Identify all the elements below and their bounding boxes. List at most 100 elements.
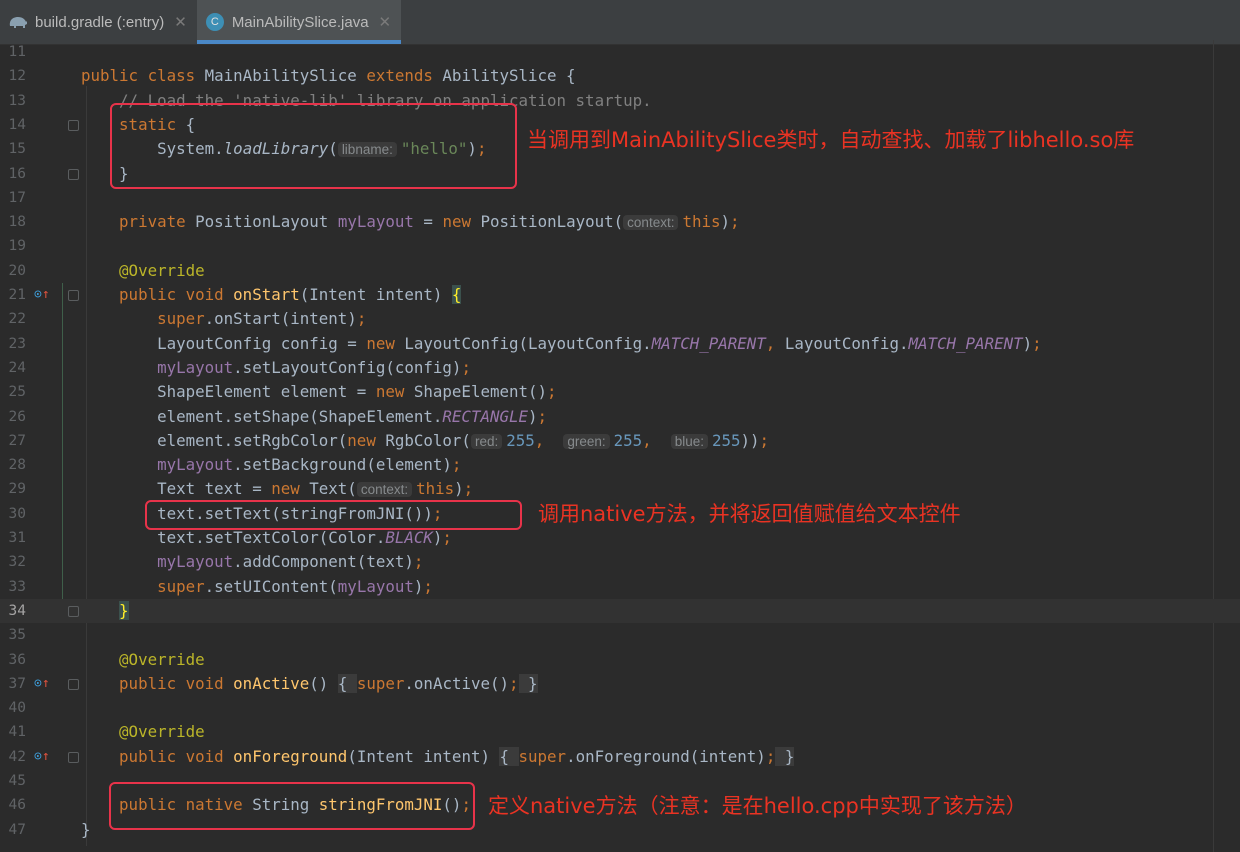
tab-label: MainAbilitySlice.java: [231, 13, 369, 31]
code-line[interactable]: 37 ⊙↑ public void onActive() { super.onAc…: [0, 672, 1240, 696]
code-token: super: [518, 746, 567, 766]
code-token: public void: [81, 673, 234, 693]
code-token: .setUIContent(: [204, 576, 338, 596]
code-token: new: [366, 333, 405, 353]
code-token: =: [413, 212, 443, 232]
code-text: public void onForeground(Intent intent) …: [81, 745, 795, 769]
tab-main-ability-slice[interactable]: C MainAbilitySlice.java ✕: [196, 0, 402, 44]
code-text: element.setShape(ShapeElement.RECTANGLE)…: [81, 405, 547, 429]
code-line[interactable]: 32 myLayout.addComponent(text);: [0, 550, 1240, 574]
code-line[interactable]: 17: [0, 186, 1240, 210]
code-token: (): [309, 673, 338, 693]
line-number: 27: [8, 432, 26, 449]
code-token: RECTANGLE: [442, 406, 529, 426]
code-token: @Override: [81, 649, 205, 669]
code-token: super: [81, 576, 205, 596]
code-token: {: [451, 285, 462, 304]
code-token: ;: [413, 552, 424, 572]
code-token: .onStart(intent): [204, 309, 357, 329]
code-line[interactable]: 33 super.setUIContent(myLayout);: [0, 575, 1240, 599]
code-line[interactable]: 40: [0, 696, 1240, 720]
code-token: LayoutConfig(LayoutConfig.: [404, 333, 652, 353]
fold-toggle-icon[interactable]: [68, 168, 79, 180]
code-line[interactable]: 34 }: [0, 598, 1240, 624]
close-icon[interactable]: ✕: [174, 13, 187, 31]
line-number: 13: [8, 92, 26, 109]
code-token: ): [413, 576, 424, 596]
code-token: ): [720, 212, 731, 232]
code-token: ;: [759, 430, 770, 450]
code-line[interactable]: 23 LayoutConfig config = new LayoutConfi…: [0, 332, 1240, 356]
code-line[interactable]: 27 element.setRgbColor(new RgbColor(red:…: [0, 429, 1240, 453]
line-number: 40: [8, 700, 26, 717]
code-line[interactable]: 42 ⊙↑ public void onForeground(Intent int…: [0, 745, 1240, 769]
java-class-icon: C: [205, 12, 225, 32]
annotation-call-native: 调用native方法，并将返回值赋值给文本控件: [538, 502, 961, 526]
code-line[interactable]: 12 public class MainAbilitySlice extends …: [0, 64, 1240, 88]
code-text: public void onStart(Intent intent) {: [81, 283, 462, 307]
code-text: myLayout.setLayoutConfig(config);: [81, 356, 471, 380]
line-number: 42: [8, 748, 26, 765]
fold-toggle-icon[interactable]: [68, 119, 79, 131]
code-text: myLayout.addComponent(text);: [81, 550, 423, 574]
code-token: PositionLayout: [195, 212, 338, 232]
fold-toggle-icon[interactable]: [68, 605, 79, 617]
code-line[interactable]: 20 @Override: [0, 259, 1240, 283]
code-line[interactable]: 36 @Override: [0, 648, 1240, 672]
line-number: 37: [8, 675, 26, 692]
code-token: myLayout: [81, 455, 234, 475]
code-line[interactable]: 18 private PositionLayout myLayout = new…: [0, 210, 1240, 234]
code-text: myLayout.setBackground(element);: [81, 453, 461, 477]
code-token: PositionLayout(: [480, 212, 624, 232]
code-token: 255: [613, 430, 643, 450]
code-token: ,: [765, 333, 785, 353]
code-text: super.onStart(intent);: [81, 307, 366, 331]
code-token: )): [740, 430, 760, 450]
code-line[interactable]: 26 element.setShape(ShapeElement.RECTANG…: [0, 405, 1240, 429]
code-token: 255: [711, 430, 741, 450]
parameter-hint: context:: [623, 215, 679, 231]
line-number: 29: [8, 481, 26, 498]
code-line[interactable]: 21 ⊙↑ public void onStart(Intent intent) …: [0, 283, 1240, 307]
tab-build-gradle[interactable]: build.gradle (:entry) ✕: [0, 0, 197, 44]
code-token: ): [432, 528, 443, 547]
code-text: Text text = new Text(context: this);: [81, 477, 473, 502]
code-token: new: [271, 479, 310, 499]
close-icon[interactable]: ✕: [379, 13, 392, 31]
line-number: 22: [8, 311, 26, 328]
override-method-icon[interactable]: ⊙↑: [34, 283, 50, 307]
code-line[interactable]: 41 @Override: [0, 720, 1240, 744]
code-token: ,: [534, 430, 564, 450]
line-number: 26: [8, 408, 26, 425]
line-number: 18: [8, 214, 26, 231]
fold-toggle-icon[interactable]: [68, 678, 79, 690]
tab-label: build.gradle (:entry): [35, 13, 165, 31]
code-token: new: [442, 212, 481, 232]
code-token: ;: [509, 673, 519, 693]
code-text: @Override: [81, 720, 205, 744]
code-token: element.setRgbColor(: [81, 430, 348, 450]
fold-toggle-icon[interactable]: [68, 751, 79, 763]
code-token: @Override: [81, 722, 205, 742]
line-number: 46: [8, 797, 26, 814]
code-token: new: [347, 430, 386, 450]
code-line[interactable]: 11: [0, 40, 1240, 64]
code-line[interactable]: 35: [0, 623, 1240, 647]
override-method-icon[interactable]: ⊙↑: [34, 745, 50, 769]
line-number: 23: [8, 335, 26, 352]
fold-toggle-icon[interactable]: [68, 290, 79, 301]
code-line[interactable]: 28 myLayout.setBackground(element);: [0, 453, 1240, 477]
override-method-icon[interactable]: ⊙↑: [34, 672, 50, 696]
code-token: ;: [730, 212, 740, 232]
code-token: Text text =: [81, 479, 272, 499]
code-token: }: [518, 673, 538, 693]
parameter-hint: red:: [470, 433, 503, 449]
code-token: ;: [442, 528, 452, 547]
gradle-elephant-icon: [8, 12, 28, 32]
code-token: BLACK: [385, 528, 433, 547]
code-line[interactable]: 25 ShapeElement element = new ShapeEleme…: [0, 380, 1240, 404]
code-line[interactable]: 19: [0, 234, 1240, 258]
code-line[interactable]: 22 super.onStart(intent);: [0, 307, 1240, 331]
code-line[interactable]: 24 myLayout.setLayoutConfig(config);: [0, 356, 1240, 380]
code-token: onStart: [233, 285, 300, 304]
